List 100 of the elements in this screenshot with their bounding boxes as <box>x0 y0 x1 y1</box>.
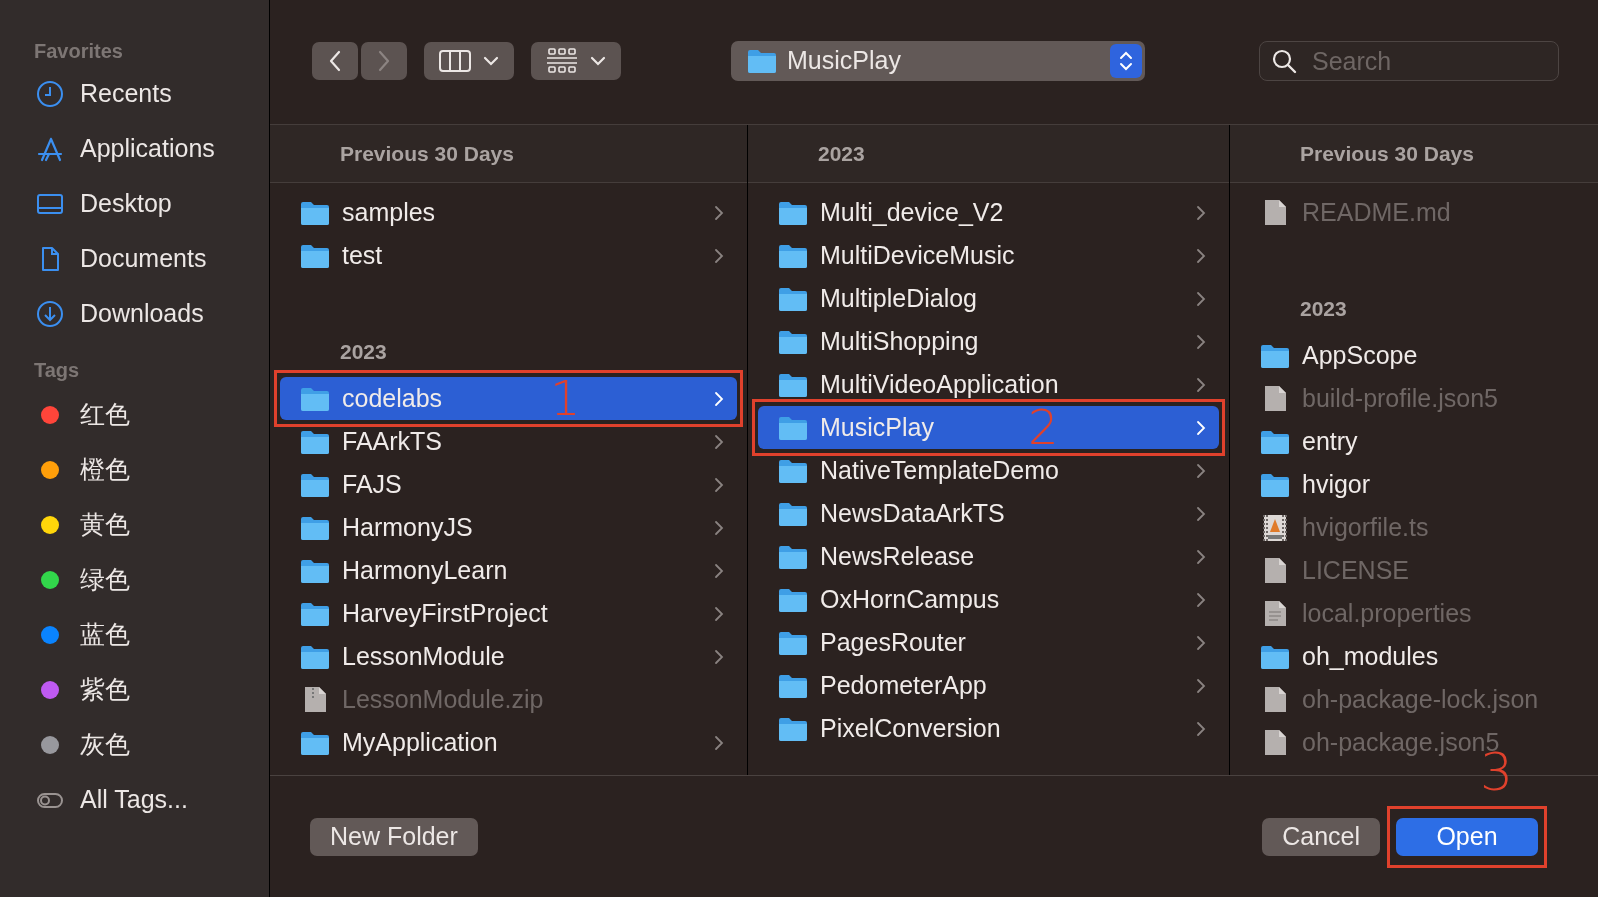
file-row[interactable]: HarveyFirstProject <box>280 592 737 635</box>
file-row[interactable]: hvigor <box>1240 463 1588 506</box>
sidebar-item[interactable]: 黄色 <box>34 497 269 552</box>
file-row[interactable]: HarmonyLearn <box>280 549 737 592</box>
annotation-number: 1 <box>550 377 581 420</box>
view-mode-button[interactable] <box>424 42 514 80</box>
sidebar-item[interactable]: Recents <box>34 66 269 121</box>
chevron-right-icon <box>713 475 725 494</box>
folder-icon <box>1260 428 1290 455</box>
file-icon <box>1262 556 1288 585</box>
folder-icon <box>300 600 330 627</box>
file-row[interactable]: test <box>280 234 737 277</box>
chevron-left-icon <box>329 50 341 72</box>
sidebar-item[interactable]: 红色 <box>34 387 269 442</box>
file-row[interactable]: AppScope <box>1240 334 1588 377</box>
footer-button[interactable]: Cancel <box>1262 817 1380 856</box>
sidebar-item[interactable]: Applications <box>34 121 269 176</box>
chevron-down-icon <box>590 55 606 67</box>
folder-icon <box>300 729 330 756</box>
folder-icon <box>300 514 330 541</box>
sidebar-item[interactable]: 灰色 <box>34 717 269 772</box>
chevron-right-icon <box>1195 504 1207 523</box>
sidebar-item[interactable]: Desktop <box>34 176 269 231</box>
chevron-right-icon <box>713 647 725 666</box>
file-icon <box>1262 685 1288 714</box>
sidebar-item[interactable]: Documents <box>34 231 269 286</box>
chevron-right-icon <box>713 518 725 537</box>
folder-icon <box>778 629 808 656</box>
file-row[interactable]: Multi_device_V2 <box>758 191 1219 234</box>
folder-icon <box>778 715 808 742</box>
chevron-right-icon <box>1195 289 1207 308</box>
chevron-right-icon <box>713 604 725 623</box>
file-row[interactable]: samples <box>280 191 737 234</box>
file-row[interactable]: MultiVideoApplication <box>758 363 1219 406</box>
chevron-right-icon <box>1195 676 1207 695</box>
chevron-right-icon <box>1195 203 1207 222</box>
file-row[interactable]: FAJS <box>280 463 737 506</box>
up-down-arrows-icon <box>1118 49 1134 73</box>
sidebar-item[interactable]: 绿色 <box>34 552 269 607</box>
search-icon <box>1271 48 1297 74</box>
folder-icon <box>1260 643 1290 670</box>
file-row[interactable]: NewsRelease <box>758 535 1219 578</box>
file-row[interactable]: MultiShopping <box>758 320 1219 363</box>
chevron-right-icon <box>1195 332 1207 351</box>
grid-icon <box>546 48 578 74</box>
column-header: Previous 30 Days <box>1300 140 1474 167</box>
file-row[interactable]: entry <box>1240 420 1588 463</box>
file-icon <box>1262 728 1288 757</box>
folder-icon <box>778 457 808 484</box>
file-row[interactable]: NativeTemplateDemo <box>758 449 1219 492</box>
video-file-icon <box>1262 513 1288 542</box>
group-button[interactable] <box>531 42 621 80</box>
chevron-right-icon <box>1195 461 1207 480</box>
sidebar-item[interactable]: All Tags... <box>34 772 269 827</box>
file-row[interactable]: MultiDeviceMusic <box>758 234 1219 277</box>
file-row[interactable]: MultipleDialog <box>758 277 1219 320</box>
back-button[interactable] <box>312 42 358 80</box>
chevron-right-icon <box>713 733 725 752</box>
chevron-right-icon <box>713 203 725 222</box>
search-field[interactable]: Search <box>1259 41 1559 81</box>
file-icon <box>1262 198 1288 227</box>
path-popup[interactable]: MusicPlay <box>731 41 1145 81</box>
sidebar-item[interactable]: 橙色 <box>34 442 269 497</box>
chevron-right-icon <box>713 561 725 580</box>
file-row[interactable]: PedometerApp <box>758 664 1219 707</box>
footer-button[interactable]: New Folder <box>310 817 478 856</box>
zip-file-icon <box>302 685 328 714</box>
file-row[interactable]: OxHornCampus <box>758 578 1219 621</box>
clock-icon <box>36 79 64 108</box>
folder-icon <box>300 557 330 584</box>
sidebar-item[interactable]: 蓝色 <box>34 607 269 662</box>
sidebar-item[interactable]: Downloads <box>34 286 269 341</box>
file-row[interactable]: NewsDataArkTS <box>758 492 1219 535</box>
file-icon <box>1262 384 1288 413</box>
folder-icon <box>300 471 330 498</box>
column-header: Previous 30 Days <box>340 140 514 167</box>
folder-icon <box>778 285 808 312</box>
folder-icon <box>1260 342 1290 369</box>
chevron-right-icon <box>1195 633 1207 652</box>
file-row[interactable]: HarmonyJS <box>280 506 737 549</box>
file-row[interactable]: oh_modules <box>1240 635 1588 678</box>
group-header: 2023 <box>1300 295 1347 322</box>
sidebar-item[interactable]: 紫色 <box>34 662 269 717</box>
file-row[interactable]: LessonModule <box>280 635 737 678</box>
open-button[interactable]: Open <box>1396 817 1538 856</box>
text-file-icon <box>1262 599 1288 628</box>
chevron-right-icon <box>1195 547 1207 566</box>
chevron-right-icon <box>713 432 725 451</box>
chevron-right-icon <box>378 50 390 72</box>
chevron-right-icon <box>713 389 725 408</box>
file-row[interactable]: codelabs 1 <box>280 377 737 420</box>
chevron-right-icon <box>1195 246 1207 265</box>
folder-icon <box>300 199 330 226</box>
file-row[interactable]: MusicPlay 2 <box>758 406 1219 449</box>
file-row[interactable]: MyApplication <box>280 721 737 764</box>
file-row[interactable]: PagesRouter <box>758 621 1219 664</box>
file-row[interactable]: PixelConversion <box>758 707 1219 750</box>
file-row[interactable]: FAArkTS <box>280 420 737 463</box>
folder-icon <box>778 500 808 527</box>
folder-icon <box>778 672 808 699</box>
